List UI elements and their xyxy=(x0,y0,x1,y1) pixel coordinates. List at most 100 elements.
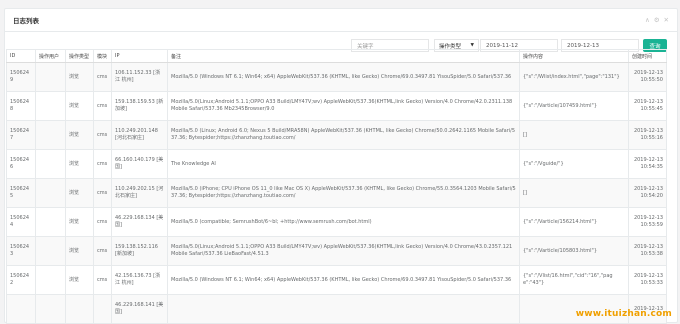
close-icon[interactable]: ✕ xyxy=(664,16,669,24)
col-header-note[interactable]: 备注 xyxy=(168,50,520,63)
cell-note xyxy=(168,295,520,324)
cell-content: [] xyxy=(520,179,629,208)
cell-time: 2019-12-13 10:55:50 xyxy=(629,63,667,92)
cell-type xyxy=(66,295,94,324)
col-header-time[interactable]: 创建时间 xyxy=(629,50,667,63)
cell-note: Mozilla/5.0 (Windows NT 6.1; Win64; x64)… xyxy=(168,63,520,92)
cell-note: Mozilla/5.0 (Linux; Android 6.0; Nexus 5… xyxy=(168,121,520,150)
cell-time: 2019-12-13 10:53:33 xyxy=(629,266,667,295)
cell-ip: 110.249.201.148 [河北石家庄] xyxy=(112,121,168,150)
cell-time: 2019-12-13 10:53:59 xyxy=(629,208,667,237)
collapse-icon[interactable]: ∧ xyxy=(645,16,650,24)
panel-title: 日志列表 xyxy=(13,15,39,25)
cell-type: 浏览 xyxy=(66,150,94,179)
cell-content: {"s":"/Varticle/107459.html"} xyxy=(520,92,629,121)
cell-ip: 159.138.152.116 [新加坡] xyxy=(112,237,168,266)
date-to-value: 2019-12-13 xyxy=(567,43,599,49)
cell-type: 浏览 xyxy=(66,121,94,150)
cell-ip: 66.160.140.179 [美国] xyxy=(112,150,168,179)
cell-type: 浏览 xyxy=(66,237,94,266)
cell-type: 浏览 xyxy=(66,92,94,121)
col-header-module[interactable]: 模块 xyxy=(94,50,112,63)
table-row[interactable]: 1506248 浏览cms159.138.159.53 [新加坡]Mozilla/… xyxy=(7,92,667,121)
cell-content: {"s":"/Varticle/156214.html"} xyxy=(520,208,629,237)
cell-id: 1506246 xyxy=(7,150,36,179)
cell-type: 浏览 xyxy=(66,179,94,208)
cell-note: The Knowledge AI xyxy=(168,150,520,179)
table-row[interactable]: 1506245 浏览cms110.249.202.15 [河北石家庄]Mozill… xyxy=(7,179,667,208)
cell-id: 1506249 xyxy=(7,63,36,92)
cell-time: 2019-12-13 10:54:20 xyxy=(629,179,667,208)
cell-time: 2019-12-13 10:55:45 xyxy=(629,92,667,121)
cell-user xyxy=(36,208,66,237)
cell-type: 浏览 xyxy=(66,208,94,237)
cell-content: {"s":"/Varticle/105803.html"} xyxy=(520,237,629,266)
table-row[interactable]: 1506246 浏览cms66.160.140.179 [美国]The Knowl… xyxy=(7,150,667,179)
table-header-row: ID 操作用户 操作类型 模块 IP 备注 操作内容 创建时间 xyxy=(7,50,667,63)
cell-module: cms xyxy=(94,121,112,150)
cell-type: 浏览 xyxy=(66,266,94,295)
cell-user xyxy=(36,63,66,92)
cell-id xyxy=(7,295,36,324)
cell-id: 1506244 xyxy=(7,208,36,237)
cell-ip: 106.11.152.33 [浙江 杭州] xyxy=(112,63,168,92)
table-row[interactable]: 1506243 浏览cms159.138.152.116 [新加坡]Mozilla… xyxy=(7,237,667,266)
panel-header: 日志列表 ∧ ⚙ ✕ xyxy=(5,9,677,32)
cell-module: cms xyxy=(94,237,112,266)
cell-ip: 159.138.159.53 [新加坡] xyxy=(112,92,168,121)
panel-tools: ∧ ⚙ ✕ xyxy=(645,16,669,24)
cell-note: Mozilla/5.0(Linux;Android 5.1.1;OPPO A33… xyxy=(168,92,520,121)
cell-user xyxy=(36,150,66,179)
watermark: www.ituizhan.com xyxy=(576,309,672,319)
col-header-content[interactable]: 操作内容 xyxy=(520,50,629,63)
table-row[interactable]: 1506244 浏览cms46.229.168.134 [美国]Mozilla/5… xyxy=(7,208,667,237)
cell-user xyxy=(36,92,66,121)
cell-note: Mozilla/5.0 (Windows NT 6.1; Win64; x64)… xyxy=(168,266,520,295)
cell-time: 2019-12-13 10:55:16 xyxy=(629,121,667,150)
cell-user xyxy=(36,179,66,208)
cell-content: {"s":"/Wlist/index.html","page":"131"} xyxy=(520,63,629,92)
cell-module: cms xyxy=(94,179,112,208)
date-from-value: 2019-11-12 xyxy=(486,43,518,49)
cell-note: Mozilla/5.0 (compatible; SemrushBot/6~bl… xyxy=(168,208,520,237)
cell-note: Mozilla/5.0(Linux;Android 5.1.1;OPPO A33… xyxy=(168,237,520,266)
cell-id: 1506245 xyxy=(7,179,36,208)
cell-content: {"s":"/Vguide/"} xyxy=(520,150,629,179)
cell-module: cms xyxy=(94,150,112,179)
cell-user xyxy=(36,295,66,324)
cell-time: 2019-12-13 10:53:38 xyxy=(629,237,667,266)
log-table: ID 操作用户 操作类型 模块 IP 备注 操作内容 创建时间 1506249 浏… xyxy=(6,49,667,324)
table-row[interactable]: 1506242 浏览cms42.156.136.73 [浙江 杭州]Mozilla… xyxy=(7,266,667,295)
cell-id: 1506247 xyxy=(7,121,36,150)
cell-module: cms xyxy=(94,63,112,92)
cell-content: {"s":"/Vlist/16.html","cid":"16","page":… xyxy=(520,266,629,295)
cell-ip: 110.249.202.15 [河北石家庄] xyxy=(112,179,168,208)
cell-type: 浏览 xyxy=(66,63,94,92)
cell-ip: 46.229.168.141 [美国] xyxy=(112,295,168,324)
wrench-icon[interactable]: ⚙ xyxy=(654,16,660,24)
chevron-down-icon: ▼ xyxy=(471,43,474,48)
cell-content: [] xyxy=(520,121,629,150)
cell-ip: 42.156.136.73 [浙江 杭州] xyxy=(112,266,168,295)
cell-ip: 46.229.168.134 [美国] xyxy=(112,208,168,237)
cell-user xyxy=(36,237,66,266)
col-header-type[interactable]: 操作类型 xyxy=(66,50,94,63)
cell-id: 1506248 xyxy=(7,92,36,121)
cell-module: cms xyxy=(94,208,112,237)
table-body: 1506249浏览cms106.11.152.33 [浙江 杭州]Mozilla… xyxy=(7,63,667,324)
cell-id: 1506243 xyxy=(7,237,36,266)
cell-module: cms xyxy=(94,266,112,295)
cell-user xyxy=(36,266,66,295)
col-header-user[interactable]: 操作用户 xyxy=(36,50,66,63)
table-row[interactable]: 1506247 浏览cms110.249.201.148 [河北石家庄]Mozil… xyxy=(7,121,667,150)
cell-module: cms xyxy=(94,92,112,121)
cell-id: 1506242 xyxy=(7,266,36,295)
table-row[interactable]: 1506249 浏览cms106.11.152.33 [浙江 杭州]Mozilla… xyxy=(7,63,667,92)
cell-user xyxy=(36,121,66,150)
cell-module xyxy=(94,295,112,324)
col-header-ip[interactable]: IP xyxy=(112,50,168,63)
cell-time: 2019-12-13 10:54:35 xyxy=(629,150,667,179)
table-row[interactable]: 46.229.168.141 [美国]2019-12-13 xyxy=(7,295,667,324)
cell-note: Mozilla/5.0 (iPhone; CPU iPhone OS 11_0 … xyxy=(168,179,520,208)
col-header-id[interactable]: ID xyxy=(7,50,36,63)
